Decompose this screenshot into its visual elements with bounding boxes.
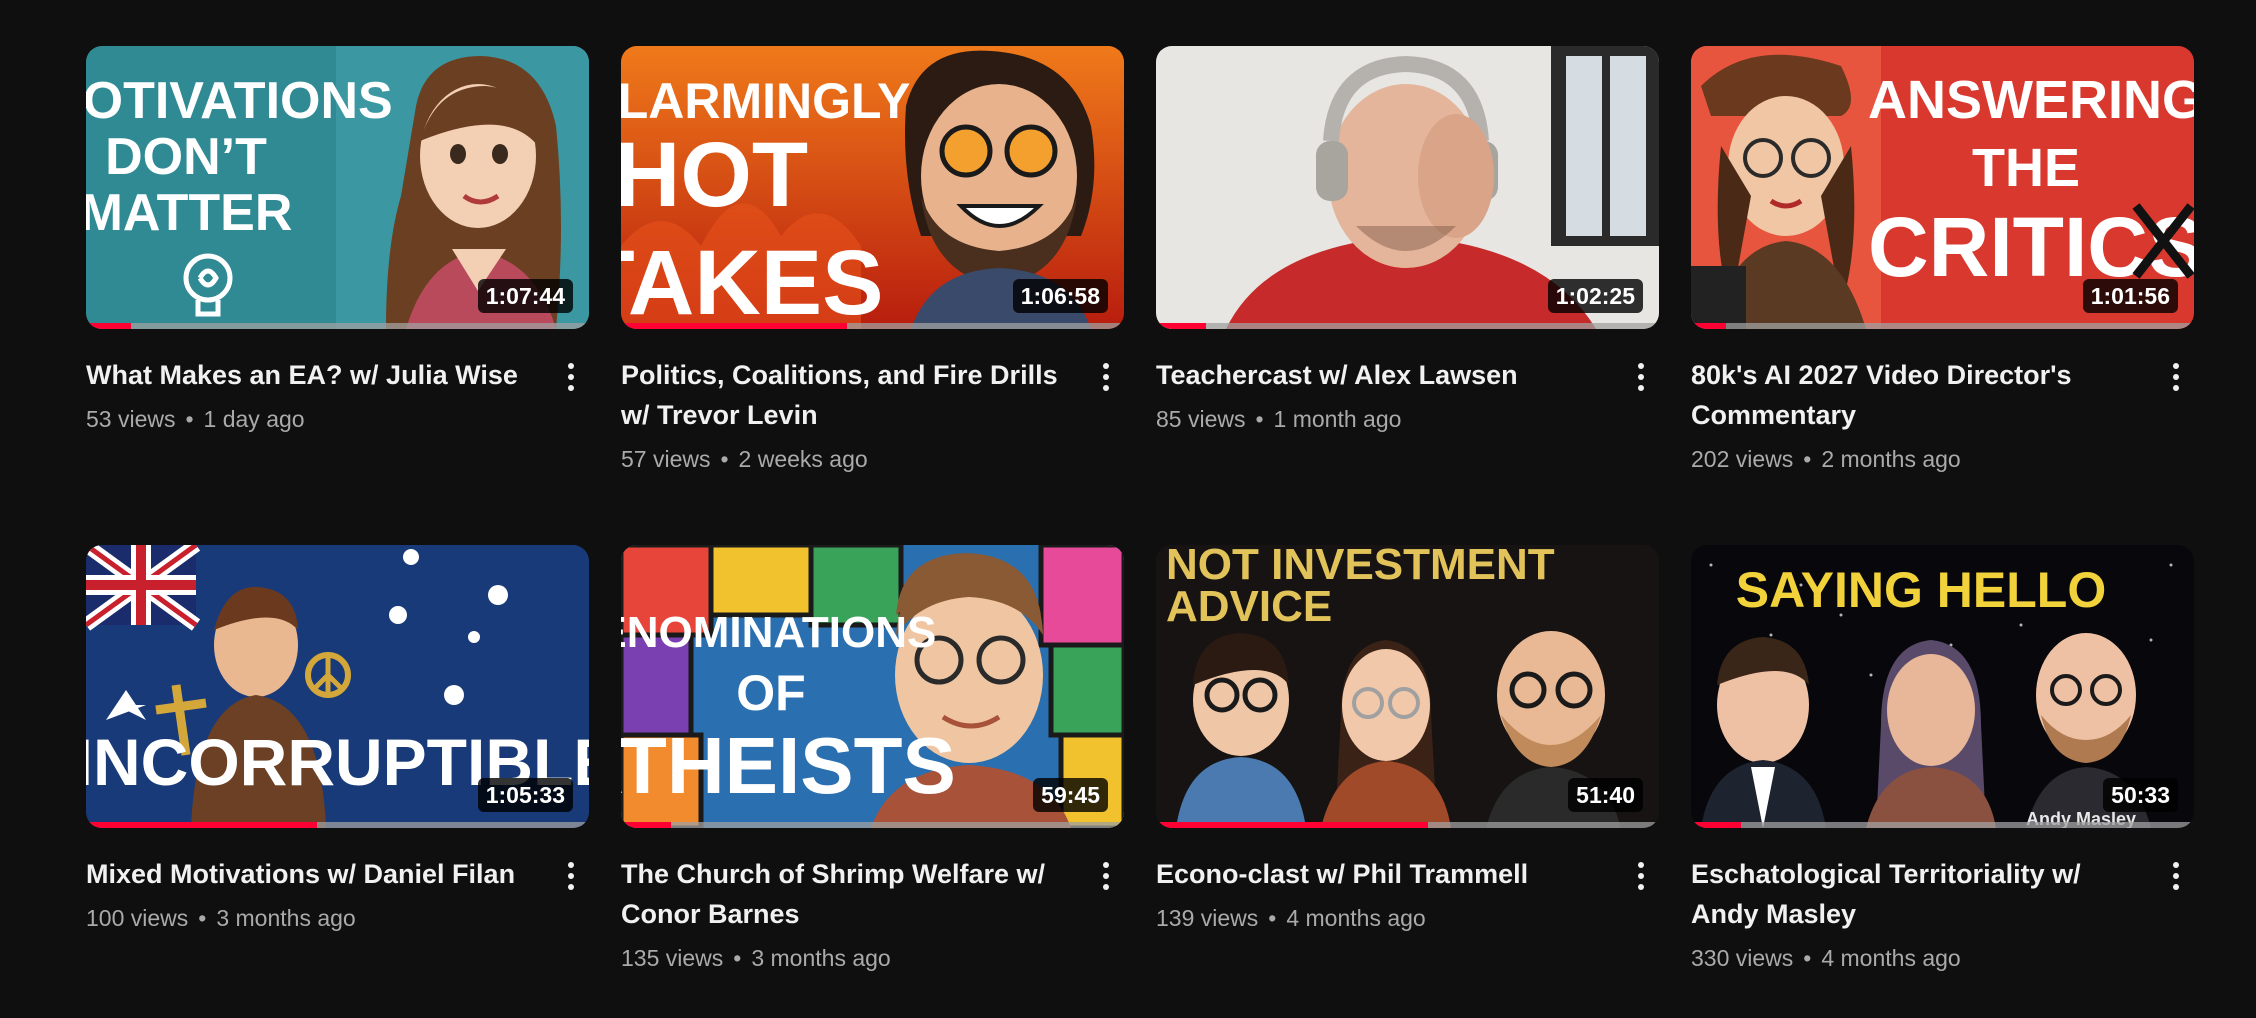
- video-details: Mixed Motivations w/ Daniel Filan 100 vi…: [86, 828, 589, 934]
- vertical-dots-icon[interactable]: [2158, 359, 2194, 395]
- video-title[interactable]: Mixed Motivations w/ Daniel Filan: [86, 854, 541, 894]
- video-metadata: 135 views • 3 months ago: [621, 942, 1076, 974]
- vertical-dots-icon[interactable]: [1623, 359, 1659, 395]
- video-card: SAYING HELLO Andy Masley 50:33 Eschatolo…: [1691, 545, 2194, 974]
- duration-badge: 1:02:25: [1547, 279, 1643, 313]
- video-details: Politics, Coalitions, and Fire Drills w/…: [621, 329, 1124, 475]
- separator-dot: •: [733, 945, 742, 971]
- video-details: What Makes an EA? w/ Julia Wise 53 views…: [86, 329, 589, 435]
- vertical-dots-icon[interactable]: [1623, 858, 1659, 894]
- video-metadata: 85 views • 1 month ago: [1156, 403, 1611, 435]
- video-card: MOTIVATIONS DON’T MATTER 1:07:44 What Ma…: [86, 46, 589, 435]
- video-details: Teachercast w/ Alex Lawsen 85 views • 1 mo…: [1156, 329, 1659, 435]
- video-title[interactable]: Eschatological Territoriality w/ Andy Ma…: [1691, 854, 2146, 934]
- separator-dot: •: [1268, 905, 1277, 931]
- video-thumbnail[interactable]: ANSWERING THE CRITICS 1:01:56: [1691, 46, 2194, 329]
- view-count: 330 views: [1691, 945, 1794, 971]
- video-card: INCORRUPTIBLE 1:05:33 Mixed Motivations …: [86, 545, 589, 934]
- thumb-line: DENOMINATIONS: [621, 608, 936, 657]
- thumb-line: DON’T: [105, 128, 267, 186]
- video-title[interactable]: Teachercast w/ Alex Lawsen: [1156, 355, 1611, 395]
- thumb-line: ANSWERING: [1868, 70, 2194, 130]
- duration-badge: 1:01:56: [2082, 279, 2178, 313]
- video-thumbnail[interactable]: NOT INVESTMENT ADVICE 51:40: [1156, 545, 1659, 828]
- video-thumbnail[interactable]: ALARMINGLY HOT TAKES 1:06:58: [621, 46, 1124, 329]
- thumb-line: MATTER: [86, 184, 292, 242]
- video-thumbnail[interactable]: 1:02:25: [1156, 46, 1659, 329]
- duration-badge: 1:07:44: [477, 279, 573, 313]
- thumb-line: ALARMINGLY: [621, 73, 910, 129]
- video-card: 1:02:25 Teachercast w/ Alex Lawsen 85 vi…: [1156, 46, 1659, 435]
- view-count: 202 views: [1691, 446, 1794, 472]
- thumb-line: TAKES: [621, 232, 883, 329]
- upload-age: 3 months ago: [751, 945, 891, 971]
- vertical-dots-icon[interactable]: [553, 858, 589, 894]
- duration-badge: 1:05:33: [477, 778, 573, 812]
- thumb-line: MOTIVATIONS: [86, 72, 393, 130]
- video-title[interactable]: Econo-clast w/ Phil Trammell: [1156, 854, 1611, 894]
- vertical-dots-icon[interactable]: [1088, 858, 1124, 894]
- video-details: 80k's AI 2027 Video Director's Commentar…: [1691, 329, 2194, 475]
- thumb-line: OF: [736, 665, 805, 721]
- video-metadata: 100 views • 3 months ago: [86, 902, 541, 934]
- upload-age: 1 day ago: [203, 406, 305, 432]
- video-card: ALARMINGLY HOT TAKES 1:06:58 Politics, C…: [621, 46, 1124, 475]
- video-card: ANSWERING THE CRITICS 1:01:56 80k's AI 2…: [1691, 46, 2194, 475]
- video-metadata: 202 views • 2 months ago: [1691, 443, 2146, 475]
- video-title[interactable]: 80k's AI 2027 Video Director's Commentar…: [1691, 355, 2146, 435]
- view-count: 135 views: [621, 945, 724, 971]
- view-count: 57 views: [621, 446, 711, 472]
- view-count: 100 views: [86, 905, 189, 931]
- video-title[interactable]: What Makes an EA? w/ Julia Wise: [86, 355, 541, 395]
- separator-dot: •: [198, 905, 207, 931]
- separator-dot: •: [185, 406, 194, 432]
- upload-age: 2 months ago: [1821, 446, 1961, 472]
- separator-dot: •: [1255, 406, 1264, 432]
- duration-badge: 50:33: [2103, 778, 2178, 812]
- video-title[interactable]: The Church of Shrimp Welfare w/ Conor Ba…: [621, 854, 1076, 934]
- separator-dot: •: [1803, 446, 1812, 472]
- view-count: 139 views: [1156, 905, 1259, 931]
- duration-badge: 1:06:58: [1012, 279, 1108, 313]
- video-card: DENOMINATIONS OF ATHEISTS 59:45 The Chur…: [621, 545, 1124, 974]
- video-details: The Church of Shrimp Welfare w/ Conor Ba…: [621, 828, 1124, 974]
- thumb-line: ADVICE: [1166, 582, 1332, 631]
- video-thumbnail[interactable]: MOTIVATIONS DON’T MATTER 1:07:44: [86, 46, 589, 329]
- separator-dot: •: [720, 446, 729, 472]
- video-metadata: 139 views • 4 months ago: [1156, 902, 1611, 934]
- video-metadata: 53 views • 1 day ago: [86, 403, 541, 435]
- upload-age: 4 months ago: [1821, 945, 1961, 971]
- view-count: 85 views: [1156, 406, 1246, 432]
- video-thumbnail[interactable]: INCORRUPTIBLE 1:05:33: [86, 545, 589, 828]
- upload-age: 3 months ago: [216, 905, 356, 931]
- video-metadata: 57 views • 2 weeks ago: [621, 443, 1076, 475]
- upload-age: 4 months ago: [1286, 905, 1426, 931]
- video-title[interactable]: Politics, Coalitions, and Fire Drills w/…: [621, 355, 1076, 435]
- video-details: Econo-clast w/ Phil Trammell 139 views • 4…: [1156, 828, 1659, 934]
- upload-age: 2 weeks ago: [738, 446, 868, 472]
- video-card: NOT INVESTMENT ADVICE 51:40 Econo-clast …: [1156, 545, 1659, 934]
- video-details: Eschatological Territoriality w/ Andy Ma…: [1691, 828, 2194, 974]
- duration-badge: 51:40: [1568, 778, 1643, 812]
- view-count: 53 views: [86, 406, 176, 432]
- vertical-dots-icon[interactable]: [1088, 359, 1124, 395]
- duration-badge: 59:45: [1033, 778, 1108, 812]
- thumb-line: ATHEISTS: [621, 721, 956, 810]
- video-metadata: 330 views • 4 months ago: [1691, 942, 2146, 974]
- vertical-dots-icon[interactable]: [553, 359, 589, 395]
- thumb-line: HOT: [621, 124, 808, 226]
- separator-dot: •: [1803, 945, 1812, 971]
- vertical-dots-icon[interactable]: [2158, 858, 2194, 894]
- video-thumbnail[interactable]: SAYING HELLO Andy Masley 50:33: [1691, 545, 2194, 828]
- video-thumbnail[interactable]: DENOMINATIONS OF ATHEISTS 59:45: [621, 545, 1124, 828]
- thumb-line: THE: [1972, 138, 2080, 198]
- upload-age: 1 month ago: [1273, 406, 1402, 432]
- thumb-line: SAYING HELLO: [1736, 562, 2106, 618]
